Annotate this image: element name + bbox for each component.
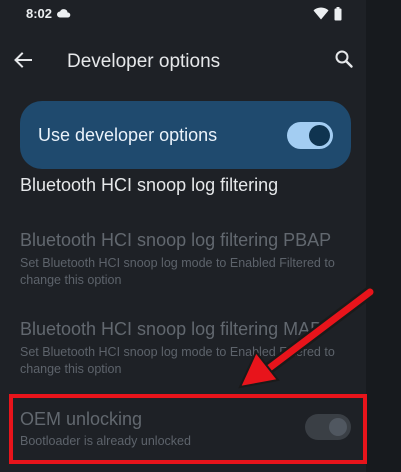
annotation-arrow: [238, 286, 376, 389]
